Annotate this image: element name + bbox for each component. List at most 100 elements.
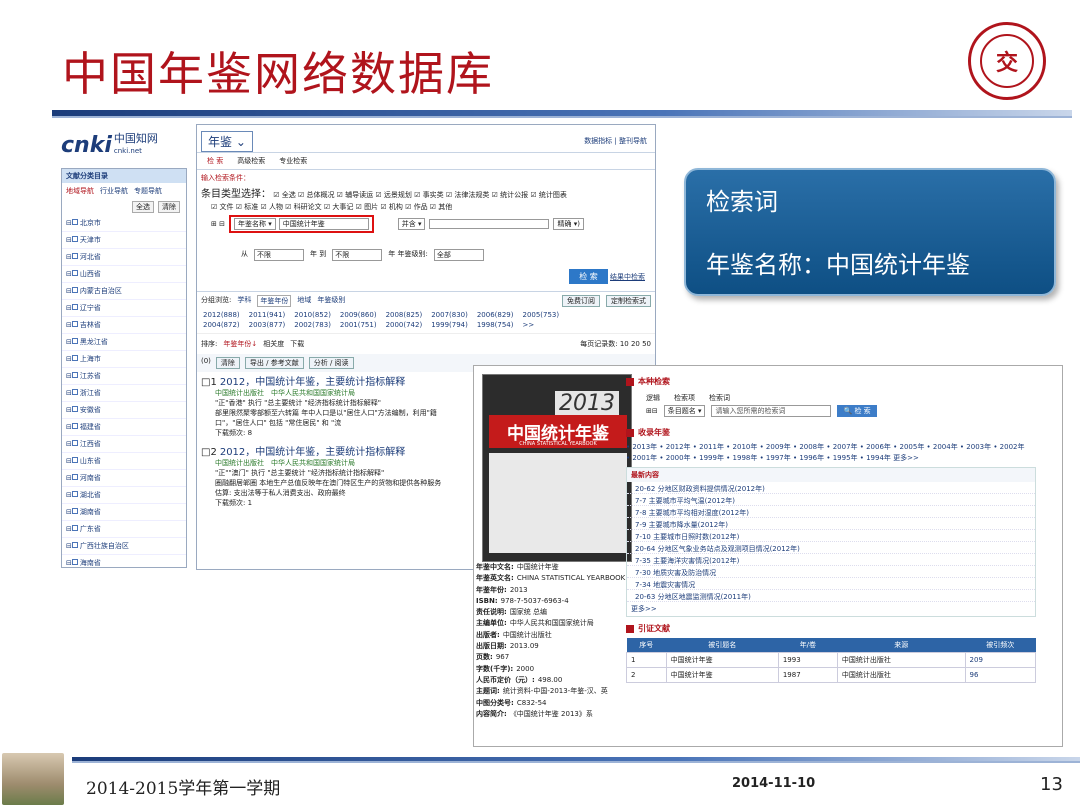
checkbox[interactable] [71,542,78,548]
year-to-select[interactable]: 不限 [332,249,383,261]
year-group-link[interactable]: 2007(830) [431,311,468,319]
custom-search-button[interactable]: 定制检索式 [606,295,651,307]
region-item[interactable]: ⊟ 湖北省 [62,487,186,504]
group-tab-subject[interactable]: 学科 [237,295,251,307]
region-item[interactable]: ⊟ 广西壮族自治区 [62,538,186,555]
latest-item[interactable]: 20-62 分地区财政资料提供情况(2012年) [627,482,1035,494]
region-item[interactable]: ⊟ 福建省 [62,419,186,436]
year-group-link[interactable]: >> [522,321,534,329]
year-group-link[interactable]: 2003(877) [249,321,286,329]
region-item[interactable]: ⊟ 辽宁省 [62,300,186,317]
checkbox[interactable] [71,423,78,429]
group-tab-level[interactable]: 年鉴级别 [317,295,345,307]
cite-cell[interactable]: 209 [964,652,1037,668]
checkbox[interactable] [71,304,78,310]
result-title[interactable]: 2012，中国统计年鉴，主要统计指标解释 [220,377,405,388]
year-group-link[interactable]: 2008(825) [386,311,423,319]
region-item[interactable]: ⊟ 北京市 [62,215,186,232]
year-group-link[interactable]: 2009(860) [340,311,377,319]
region-item[interactable]: ⊟ 上海市 [62,351,186,368]
sort-by-year[interactable]: 年鉴年份↓ [223,339,257,349]
latest-item[interactable]: 7-9 主要城市降水量(2012年) [627,518,1035,530]
search-button[interactable]: 检 索 [569,269,608,284]
year-group-link[interactable]: 2005(753) [522,311,559,319]
clear-selection-button[interactable]: 清除 [215,357,240,369]
year-group-link[interactable]: 2011(941) [249,311,286,319]
region-item[interactable]: ⊟ 黑龙江省 [62,334,186,351]
types-row-2[interactable]: ☑ 文件 ☑ 标准 ☑ 人物 ☑ 科研论文 ☑ 大事记 ☑ 图片 ☑ 机构 ☑ … [201,202,651,212]
analyze-button[interactable]: 分析 / 阅读 [308,357,354,369]
checkbox[interactable] [71,559,78,565]
region-item[interactable]: ⊟ 湖南省 [62,504,186,521]
tab-advanced-search[interactable]: 高级检索 [237,156,265,166]
result-title[interactable]: 2012，中国统计年鉴，主要统计指标解释 [220,447,405,458]
cite-cell[interactable]: 96 [964,667,1037,683]
region-item[interactable]: ⊟ 河南省 [62,470,186,487]
checkbox[interactable] [71,525,78,531]
checkbox[interactable] [71,253,78,259]
latest-item[interactable]: 20-63 分地区地震监测情况(2011年) [627,590,1035,602]
tab-topic-nav[interactable]: 专题导航 [134,186,162,196]
year-group-link[interactable]: 2012(888) [203,311,240,319]
latest-item[interactable]: 7-8 主要城市平均相对湿度(2012年) [627,506,1035,518]
sort-by-download[interactable]: 下载 [290,339,304,349]
checkbox[interactable] [71,372,78,378]
years-line-2[interactable]: • 2001年 • 2000年 • 1999年 • 1998年 • 1997年 … [626,453,1056,464]
latest-item[interactable]: 7-7 主要城市平均气温(2012年) [627,494,1035,506]
region-item[interactable]: ⊟ 吉林省 [62,317,186,334]
latest-item[interactable]: 7-34 地震灾害情况 [627,578,1035,590]
field-input[interactable]: 中国统计年鉴 [278,218,369,230]
checkbox[interactable] [71,406,78,412]
year-group-link[interactable]: 1998(754) [477,321,514,329]
year-from-select[interactable]: 不限 [254,249,304,261]
result-search-link[interactable]: 结果中检索 [610,273,645,281]
year-group-link[interactable]: 2010(852) [294,311,331,319]
checkbox[interactable] [71,457,78,463]
more-link[interactable]: 更多>> [627,602,1035,616]
per-page[interactable]: 每页记录数: 10 20 50 [580,339,651,349]
region-item[interactable]: ⊟ 内蒙古自治区 [62,283,186,300]
add-remove-icon[interactable]: ⊞ ⊟ [211,220,225,228]
cnki-logo[interactable]: cnki 中国知网 cnki.net [61,128,187,162]
top-links[interactable]: 数据指标 | 整刊导航 [584,136,647,146]
checkbox[interactable] [71,219,78,225]
latest-item[interactable]: 20-64 分地区气象业务站点及观测项目情况(2012年) [627,542,1035,554]
detail-term-input[interactable]: 请输入您所需的检索词 [711,405,832,417]
region-item[interactable]: ⊟ 江苏省 [62,368,186,385]
detail-field-select[interactable]: 条目题名 ▾ [663,405,706,417]
latest-item[interactable]: 7-10 主要城市日照时数(2012年) [627,530,1035,542]
region-item[interactable]: ⊟ 江西省 [62,436,186,453]
region-item[interactable]: ⊟ 浙江省 [62,385,186,402]
latest-item[interactable]: 7-35 主要海洋灾害情况(2012年) [627,554,1035,566]
tab-region-nav[interactable]: 地域导航 [66,186,94,196]
checkbox[interactable] [71,508,78,514]
latest-item[interactable]: 7-30 地质灾害及防治情况 [627,566,1035,578]
checkbox[interactable] [71,355,78,361]
year-group-link[interactable]: 2000(742) [386,321,423,329]
region-item[interactable]: ⊟ 安徽省 [62,402,186,419]
checkbox[interactable] [71,389,78,395]
region-item[interactable]: ⊟ 山西省 [62,266,186,283]
checkbox[interactable] [71,270,78,276]
tab-professional-search[interactable]: 专业检索 [279,156,307,166]
year-group-link[interactable]: 2002(783) [294,321,331,329]
detail-search-button[interactable]: 🔍 检 索 [837,405,877,417]
field-select[interactable]: 年鉴名称 ▾ [233,218,276,230]
year-group-link[interactable]: 2004(872) [203,321,240,329]
checkbox[interactable] [71,236,78,242]
checkbox[interactable] [71,338,78,344]
checkbox[interactable] [71,287,78,293]
and-select[interactable]: 并含 ▾ [397,218,426,230]
region-item[interactable]: ⊟ 海南省 [62,555,186,567]
tab-industry-nav[interactable]: 行业导航 [100,186,128,196]
select-all-button[interactable]: 全选 [132,201,154,213]
tab-search[interactable]: 检 索 [207,156,223,166]
year-group-link[interactable]: 2006(829) [477,311,514,319]
region-item[interactable]: ⊟ 广东省 [62,521,186,538]
precise-select[interactable]: 精确 ▾) [553,218,584,230]
level-select[interactable]: 全部 [433,249,484,261]
second-term-input[interactable] [429,219,550,229]
region-item[interactable]: ⊟ 天津市 [62,232,186,249]
checkbox[interactable] [71,491,78,497]
sort-by-relevance[interactable]: 相关度 [263,339,284,349]
